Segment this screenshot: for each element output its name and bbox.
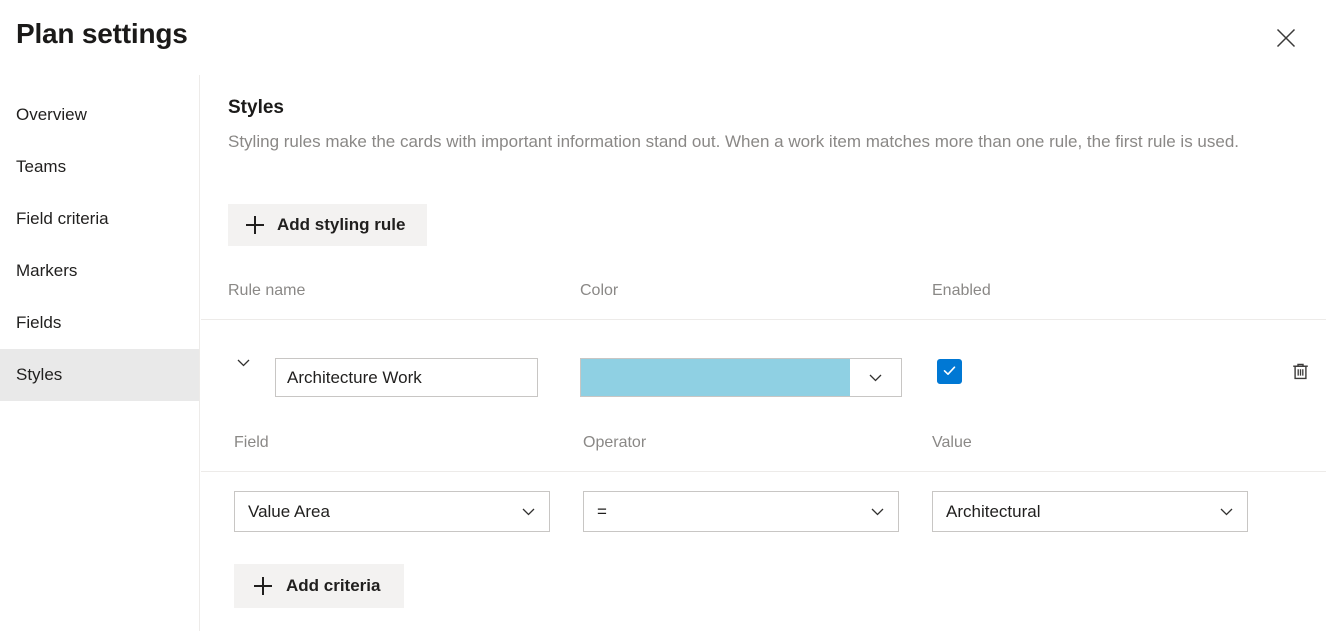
chevron-down-icon: [519, 502, 538, 521]
delete-rule-button[interactable]: [1283, 356, 1317, 390]
rule-color-picker[interactable]: [580, 358, 902, 397]
section-title: Styles: [228, 95, 284, 121]
column-header-enabled: Enabled: [932, 282, 991, 300]
criteria-value-select[interactable]: Architectural: [932, 491, 1248, 532]
dialog-header: Plan settings: [0, 0, 1326, 75]
section-description: Styling rules make the cards with import…: [228, 129, 1305, 155]
rule-expander-button[interactable]: [228, 349, 258, 379]
checkmark-icon: [942, 363, 957, 381]
plus-icon: [254, 577, 272, 595]
column-header-value: Value: [932, 434, 972, 452]
column-header-color: Color: [580, 282, 618, 300]
sidebar-item-label: Field criteria: [16, 209, 109, 229]
chevron-down-icon: [868, 502, 887, 521]
sidebar-item-label: Fields: [16, 313, 61, 333]
rule-enabled-checkbox[interactable]: [937, 359, 962, 384]
color-swatch: [581, 359, 850, 396]
sidebar-item-label: Styles: [16, 365, 62, 385]
trash-icon: [1290, 361, 1311, 385]
page-title: Plan settings: [16, 14, 188, 54]
sidebar-item-label: Teams: [16, 157, 66, 177]
plus-icon: [246, 216, 264, 234]
settings-sidebar: Overview Teams Field criteria Markers Fi…: [0, 75, 200, 631]
add-criteria-label: Add criteria: [286, 576, 380, 596]
criteria-operator-value: =: [597, 502, 860, 522]
chevron-down-icon: [235, 354, 252, 374]
plan-settings-dialog: Plan settings Overview Teams Field crite…: [0, 0, 1326, 631]
chevron-down-icon: [1217, 502, 1236, 521]
rule-name-input[interactable]: [275, 358, 538, 397]
sidebar-item-fields[interactable]: Fields: [0, 297, 199, 349]
add-criteria-button[interactable]: Add criteria: [234, 564, 404, 608]
rule-columns-header: Rule name Color Enabled: [201, 273, 1326, 320]
add-styling-rule-button[interactable]: Add styling rule: [228, 204, 427, 246]
column-header-field: Field: [234, 434, 269, 452]
sidebar-item-styles[interactable]: Styles: [0, 349, 199, 401]
sidebar-item-label: Overview: [16, 105, 87, 125]
criteria-operator-select[interactable]: =: [583, 491, 899, 532]
sidebar-item-teams[interactable]: Teams: [0, 141, 199, 193]
chevron-down-icon: [850, 359, 901, 396]
sidebar-item-markers[interactable]: Markers: [0, 245, 199, 297]
sidebar-item-label: Markers: [16, 261, 77, 281]
sidebar-item-overview[interactable]: Overview: [0, 89, 199, 141]
column-header-rule-name: Rule name: [228, 282, 305, 300]
styles-panel: Styles Styling rules make the cards with…: [201, 75, 1326, 631]
add-styling-rule-label: Add styling rule: [277, 215, 405, 235]
criteria-field-select[interactable]: Value Area: [234, 491, 550, 532]
criteria-field-value: Value Area: [248, 502, 511, 522]
criteria-value-value: Architectural: [946, 502, 1209, 522]
close-button[interactable]: [1266, 18, 1306, 58]
close-icon: [1275, 27, 1297, 49]
column-header-operator: Operator: [583, 434, 646, 452]
criteria-columns-header: Field Operator Value: [201, 425, 1326, 472]
sidebar-item-field-criteria[interactable]: Field criteria: [0, 193, 199, 245]
